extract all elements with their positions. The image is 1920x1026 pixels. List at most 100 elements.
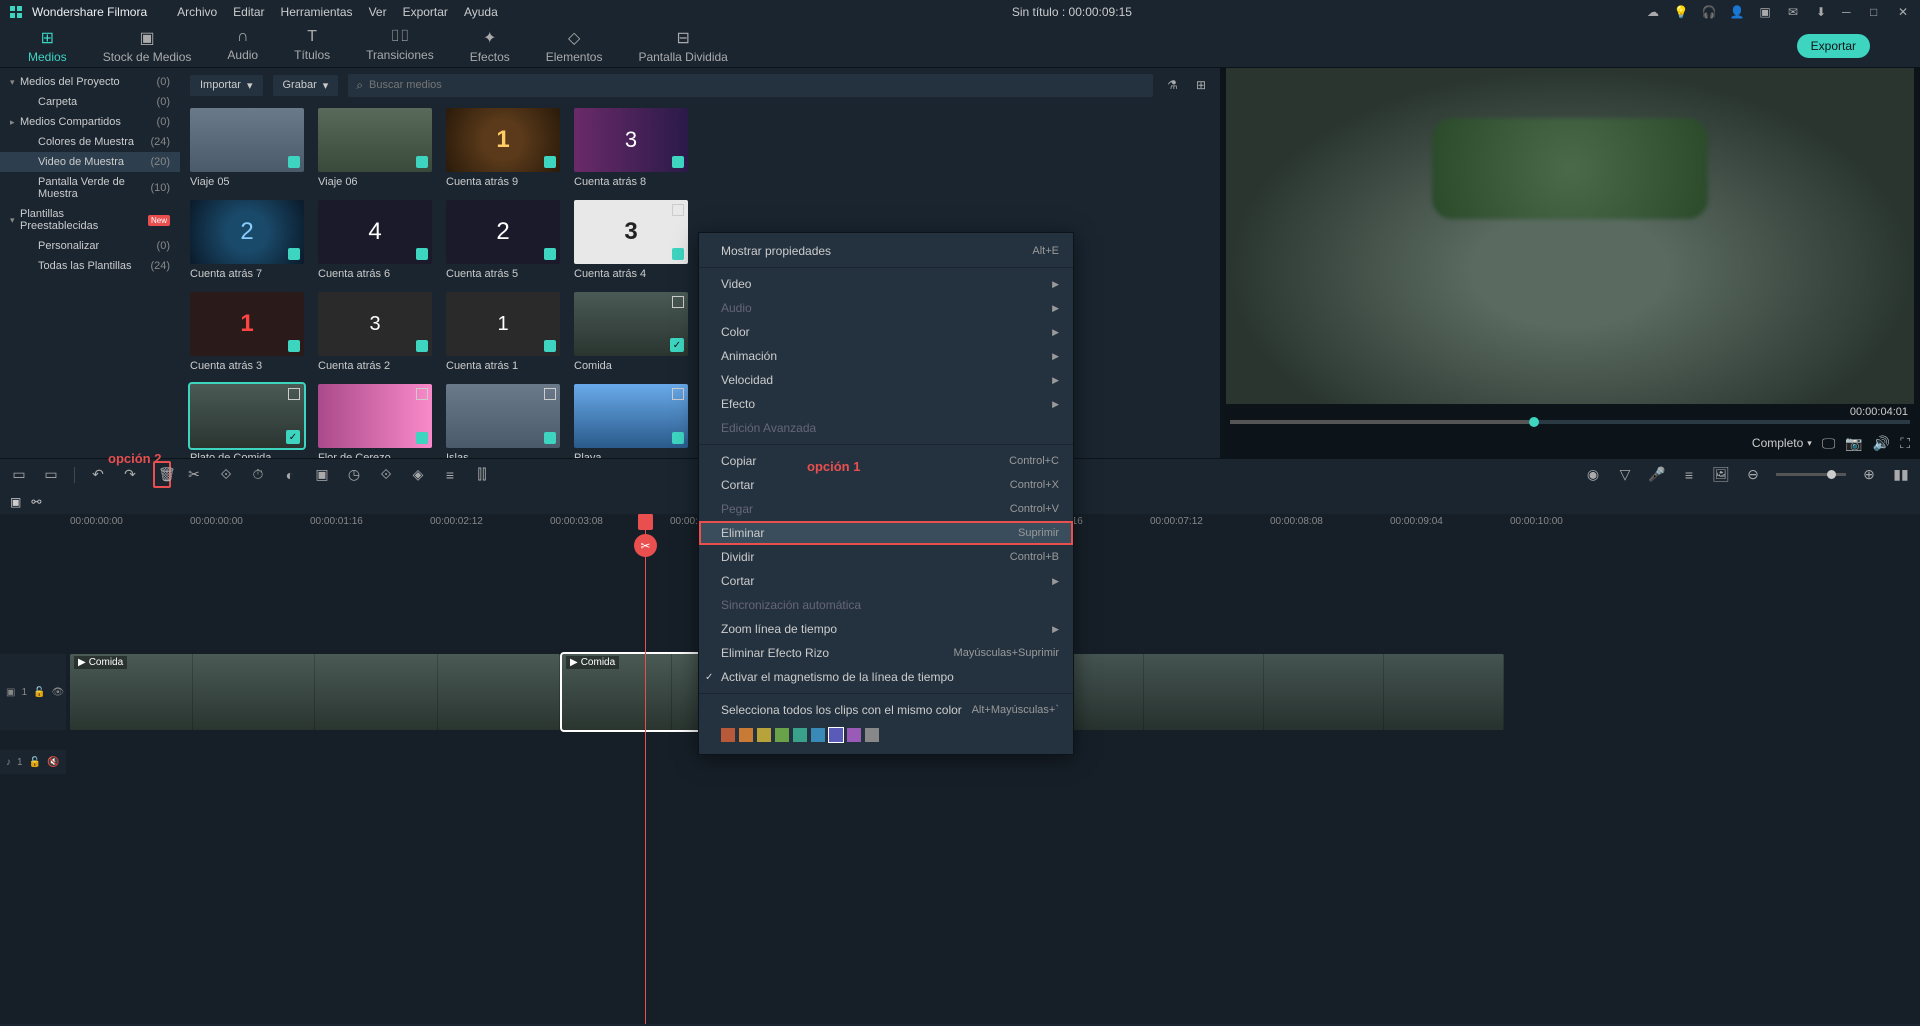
user-icon[interactable]: 👤	[1730, 5, 1744, 19]
audio-icon[interactable]: ⫿⫿	[473, 466, 491, 483]
media-thumbnail[interactable]: 2	[446, 200, 560, 264]
media-thumbnail[interactable]: 3	[574, 108, 688, 172]
close-button[interactable]: ✕	[1898, 5, 1912, 19]
color-swatch[interactable]	[775, 728, 789, 742]
video-track-header[interactable]: ▣1🔓👁	[0, 654, 66, 730]
sidebar-item[interactable]: Carpeta(0)	[0, 92, 180, 112]
cut-icon[interactable]: ✂	[185, 466, 203, 483]
volume-icon[interactable]: 🔊	[1873, 435, 1890, 452]
menu-item[interactable]: Video▶	[699, 272, 1073, 296]
folder-open-icon[interactable]: ▭	[10, 466, 28, 483]
menu-ayuda[interactable]: Ayuda	[464, 5, 498, 19]
media-thumbnail[interactable]: 1	[446, 292, 560, 356]
color-swatch[interactable]	[811, 728, 825, 742]
menu-item[interactable]: Efecto▶	[699, 392, 1073, 416]
color-swatch[interactable]	[829, 728, 843, 742]
grid-view-icon[interactable]: ⊞	[1192, 78, 1210, 92]
import-dropdown[interactable]: Importar▾	[190, 75, 263, 96]
download-icon[interactable]: ⬇	[1814, 5, 1828, 19]
preview-viewport[interactable]	[1226, 68, 1914, 404]
media-thumbnail[interactable]	[318, 384, 432, 448]
media-thumbnail[interactable]	[574, 384, 688, 448]
link-icon[interactable]: ⚯	[31, 495, 41, 509]
zoom-slider[interactable]	[1776, 473, 1846, 476]
media-thumbnail[interactable]: 1	[190, 292, 304, 356]
media-item[interactable]: ✓Comida	[574, 292, 688, 372]
download-icon[interactable]	[288, 156, 300, 168]
media-thumbnail[interactable]	[190, 108, 304, 172]
media-thumbnail[interactable]: 3	[574, 200, 688, 264]
keyframe-icon[interactable]: ◈	[409, 466, 427, 483]
preview-scrubber[interactable]	[1230, 420, 1910, 424]
adjust-icon[interactable]: ≡	[441, 467, 459, 483]
download-icon[interactable]	[288, 340, 300, 352]
menu-item[interactable]: EliminarSuprimir	[699, 521, 1073, 545]
export-button[interactable]: Exportar	[1797, 34, 1870, 58]
tab-medios[interactable]: ⊞Medios	[10, 28, 85, 64]
sidebar-item[interactable]: ▾Medios del Proyecto(0)	[0, 72, 180, 92]
menu-item[interactable]: DividirControl+B	[699, 545, 1073, 569]
color-swatch[interactable]	[739, 728, 753, 742]
lock-icon[interactable]: 🔓	[29, 757, 41, 768]
record-dropdown[interactable]: Grabar▾	[273, 75, 339, 96]
download-icon[interactable]	[672, 156, 684, 168]
media-thumbnail[interactable]	[446, 384, 560, 448]
redo-icon[interactable]: ↷	[121, 466, 139, 483]
zoom-out-icon[interactable]: ⊖	[1744, 466, 1762, 483]
media-item[interactable]: 3Cuenta atrás 2	[318, 292, 432, 372]
media-item[interactable]: Flor de Cerezo	[318, 384, 432, 464]
download-icon[interactable]	[416, 432, 428, 444]
mixer-icon[interactable]: ≡	[1680, 467, 1698, 483]
tab-pantalla-dividida[interactable]: ⊟Pantalla Dividida	[620, 28, 745, 64]
track-head-icon[interactable]: ▣	[10, 495, 21, 509]
lock-icon[interactable]: 🔓	[33, 687, 45, 698]
media-item[interactable]: 4Cuenta atrás 6	[318, 200, 432, 280]
clip-comida-1[interactable]: ▶Comida	[70, 654, 560, 730]
media-item[interactable]: 1Cuenta atrás 1	[446, 292, 560, 372]
menu-archivo[interactable]: Archivo	[177, 5, 217, 19]
media-thumbnail[interactable]	[318, 108, 432, 172]
menu-item[interactable]: Eliminar Efecto RizoMayúsculas+Suprimir	[699, 641, 1073, 665]
minimize-button[interactable]: ─	[1842, 5, 1856, 19]
menu-exportar[interactable]: Exportar	[403, 5, 448, 19]
sidebar-item[interactable]: Colores de Muestra(24)	[0, 132, 180, 152]
folder-icon[interactable]: ▭	[42, 466, 60, 483]
tab-elementos[interactable]: ◇Elementos	[528, 28, 621, 64]
tab-audio[interactable]: ∩Audio	[209, 28, 276, 64]
filter-icon[interactable]: ⚗	[1163, 78, 1182, 92]
fullscreen-icon[interactable]: ⛶	[1900, 435, 1910, 452]
color-swatch[interactable]	[793, 728, 807, 742]
sidebar-item[interactable]: Pantalla Verde de Muestra(10)	[0, 172, 180, 204]
menu-item[interactable]: CopiarControl+C	[699, 449, 1073, 473]
download-icon[interactable]	[544, 432, 556, 444]
menu-herramientas[interactable]: Herramientas	[281, 5, 353, 19]
menu-ver[interactable]: Ver	[369, 5, 387, 19]
snapshot-icon[interactable]: 📷	[1845, 435, 1862, 452]
search-input[interactable]	[369, 79, 1145, 91]
download-icon[interactable]	[544, 340, 556, 352]
sidebar-item[interactable]: Video de Muestra(20)	[0, 152, 180, 172]
tab-stock-de-medios[interactable]: ▣Stock de Medios	[85, 28, 210, 64]
media-item[interactable]: 1Cuenta atrás 9	[446, 108, 560, 188]
media-item[interactable]: Viaje 06	[318, 108, 432, 188]
color-swatch[interactable]	[865, 728, 879, 742]
lightbulb-icon[interactable]: 💡	[1674, 5, 1688, 19]
color-icon[interactable]: ◐	[281, 467, 299, 483]
tab-transiciones[interactable]: ⌷⌷Transiciones	[348, 28, 452, 64]
download-icon[interactable]	[416, 156, 428, 168]
download-icon[interactable]	[544, 156, 556, 168]
headphones-icon[interactable]: 🎧	[1702, 5, 1716, 19]
media-thumbnail[interactable]: ✓	[574, 292, 688, 356]
speed-icon[interactable]: ⏱	[249, 466, 267, 483]
media-thumbnail[interactable]: 2	[190, 200, 304, 264]
cloud-icon[interactable]: ☁	[1646, 5, 1660, 19]
media-item[interactable]: 2Cuenta atrás 5	[446, 200, 560, 280]
menu-item[interactable]: CortarControl+X	[699, 473, 1073, 497]
display-icon[interactable]: 🖵	[1822, 435, 1836, 452]
media-search[interactable]: ⌕	[348, 74, 1153, 97]
media-item[interactable]: 2Cuenta atrás 7	[190, 200, 304, 280]
sidebar-item[interactable]: Todas las Plantillas(24)	[0, 256, 180, 276]
media-thumbnail[interactable]: 3	[318, 292, 432, 356]
color-swatch[interactable]	[757, 728, 771, 742]
menu-item[interactable]: Cortar▶	[699, 569, 1073, 593]
